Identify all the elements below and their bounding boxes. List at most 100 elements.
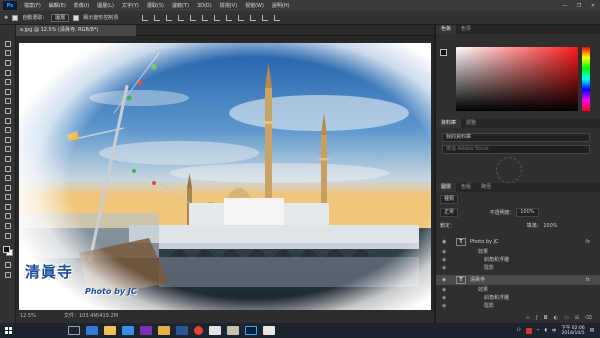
menu-filter[interactable]: 濾鏡(T)	[168, 2, 193, 9]
shape-tool[interactable]	[0, 202, 16, 212]
align-bottom-icon[interactable]	[166, 14, 173, 21]
eyedropper-tool[interactable]	[0, 87, 16, 97]
distribute-bottom-icon[interactable]	[238, 14, 245, 21]
notifications-icon[interactable]: ▤	[590, 328, 594, 333]
layer-row-photo-by-jc[interactable]: ◉ T Photo by JC fx	[436, 237, 600, 247]
visibility-eye-icon[interactable]: ◉	[442, 248, 446, 256]
image-canvas[interactable]: 清眞寺 Photo by JC	[19, 43, 431, 313]
blend-mode-dropdown[interactable]: 正常	[440, 208, 459, 217]
crop-tool[interactable]	[0, 77, 16, 87]
group-folder-icon[interactable]: ▭	[564, 315, 569, 323]
eraser-tool[interactable]	[0, 135, 16, 145]
dodge-tool[interactable]	[0, 164, 16, 174]
link-icon[interactable]: ∞	[526, 315, 530, 323]
align-middle-icon[interactable]	[154, 14, 161, 21]
add-style-icon[interactable]: ƒ	[536, 315, 538, 323]
distribute-top-icon[interactable]	[214, 14, 221, 21]
healing-brush-tool[interactable]	[0, 97, 16, 107]
screen-mode-button[interactable]	[0, 270, 16, 280]
chrome-icon[interactable]	[194, 326, 203, 335]
tab-layers[interactable]: 圖層	[436, 183, 457, 192]
photoshop-taskbar-icon[interactable]	[245, 326, 257, 335]
close-button[interactable]: ✕	[586, 3, 600, 9]
explorer-folder-icon[interactable]	[158, 326, 170, 335]
transform-controls-checkbox[interactable]	[73, 14, 80, 21]
visibility-eye-icon[interactable]: ◉	[442, 275, 446, 285]
word-icon[interactable]	[176, 326, 188, 335]
layer-effect-item[interactable]: ◉ 陰影	[436, 302, 600, 310]
lasso-tool[interactable]	[0, 58, 16, 68]
menu-3d[interactable]: 3D(D)	[193, 3, 216, 9]
visibility-eye-icon[interactable]: ◉	[442, 256, 446, 264]
fill-field[interactable]: 100%	[543, 223, 557, 229]
menu-view[interactable]: 檢視(V)	[216, 2, 241, 9]
marquee-tool[interactable]	[0, 49, 16, 59]
tab-channels[interactable]: 色版	[456, 183, 476, 192]
start-button[interactable]	[0, 323, 16, 338]
align-right-icon[interactable]	[202, 14, 209, 21]
tab-libraries[interactable]: 資料庫	[436, 119, 462, 128]
network-icon[interactable]: ⌁	[537, 328, 540, 333]
maximize-button[interactable]: ❐	[572, 3, 586, 9]
visibility-eye-icon[interactable]: ◉	[442, 294, 446, 302]
pen-tool[interactable]	[0, 173, 16, 183]
onedrive-icon[interactable]	[122, 326, 134, 335]
menu-image[interactable]: 影像(I)	[70, 2, 93, 9]
layer-effects-row[interactable]: ◉ 效果	[436, 286, 600, 294]
visibility-eye-icon[interactable]: ◉	[442, 237, 446, 247]
tray-app-icon[interactable]	[525, 327, 532, 334]
layer-row-mosque[interactable]: ◉ T 清眞寺 fx	[436, 275, 600, 285]
tab-color[interactable]: 色板	[436, 25, 457, 34]
fx-icon[interactable]: fx	[585, 275, 590, 285]
quick-mask-button[interactable]	[0, 260, 16, 270]
gradient-tool[interactable]	[0, 145, 16, 155]
align-top-icon[interactable]	[142, 14, 149, 21]
menu-window[interactable]: 視窗(W)	[241, 2, 268, 9]
zoom-tool[interactable]	[0, 221, 16, 231]
align-left-icon[interactable]	[178, 14, 185, 21]
onenote-icon[interactable]	[140, 326, 152, 335]
people-icon[interactable]: ⚇	[517, 328, 521, 333]
layer-effects-row[interactable]: ◉ 效果	[436, 248, 600, 256]
distribute-center-icon[interactable]	[262, 14, 269, 21]
distribute-right-icon[interactable]	[274, 14, 281, 21]
visibility-eye-icon[interactable]: ◉	[442, 264, 446, 272]
zoom-level[interactable]: 12.5%	[20, 310, 36, 323]
tab-swatches[interactable]: 色票	[456, 25, 476, 34]
edge-browser-icon[interactable]	[86, 326, 98, 335]
menu-select[interactable]: 選取(S)	[143, 2, 168, 9]
more-tools[interactable]	[0, 231, 16, 241]
library-dropdown[interactable]: 我的資料庫	[442, 133, 590, 142]
color-picker-field[interactable]	[456, 47, 578, 111]
brush-tool[interactable]	[0, 106, 16, 116]
explorer-window-icon[interactable]	[263, 326, 275, 335]
task-view-icon[interactable]	[68, 326, 80, 335]
path-select-tool[interactable]	[0, 193, 16, 203]
file-explorer-icon[interactable]	[104, 326, 116, 335]
menu-type[interactable]: 文字(Y)	[118, 2, 143, 9]
notepad-icon[interactable]	[209, 326, 221, 335]
library-search-input[interactable]: 搜尋 Adobe Stock	[442, 145, 590, 154]
quick-select-tool[interactable]	[0, 68, 16, 78]
menu-file[interactable]: 檔案(F)	[20, 2, 45, 9]
clock[interactable]: 下午 02:06 2018/10/5	[561, 326, 584, 336]
layer-effect-item[interactable]: ◉ 陰影	[436, 264, 600, 272]
auto-select-dropdown[interactable]: 圖層	[51, 13, 70, 22]
volume-icon[interactable]: ◖	[544, 328, 546, 333]
align-center-icon[interactable]	[190, 14, 197, 21]
fx-icon[interactable]: fx	[585, 237, 590, 247]
move-tool[interactable]	[0, 39, 16, 49]
layer-filter-dropdown[interactable]: 種類	[440, 195, 459, 204]
tab-paths[interactable]: 路徑	[476, 183, 496, 192]
document-tab[interactable]: a.jpg @ 12.5% (清眞寺, RGB/8*)	[16, 25, 136, 36]
add-mask-icon[interactable]: ◘	[544, 315, 548, 323]
color-panel-swatch[interactable]	[440, 49, 450, 59]
new-layer-icon[interactable]: ⊞	[575, 315, 579, 323]
input-method-indicator[interactable]: 中	[552, 328, 557, 334]
auto-select-checkbox[interactable]	[12, 14, 19, 21]
visibility-eye-icon[interactable]: ◉	[442, 302, 446, 310]
layer-effect-item[interactable]: ◉ 斜角和浮雕	[436, 256, 600, 264]
minimize-button[interactable]: —	[558, 3, 572, 9]
hand-tool[interactable]	[0, 212, 16, 222]
history-brush-tool[interactable]	[0, 125, 16, 135]
